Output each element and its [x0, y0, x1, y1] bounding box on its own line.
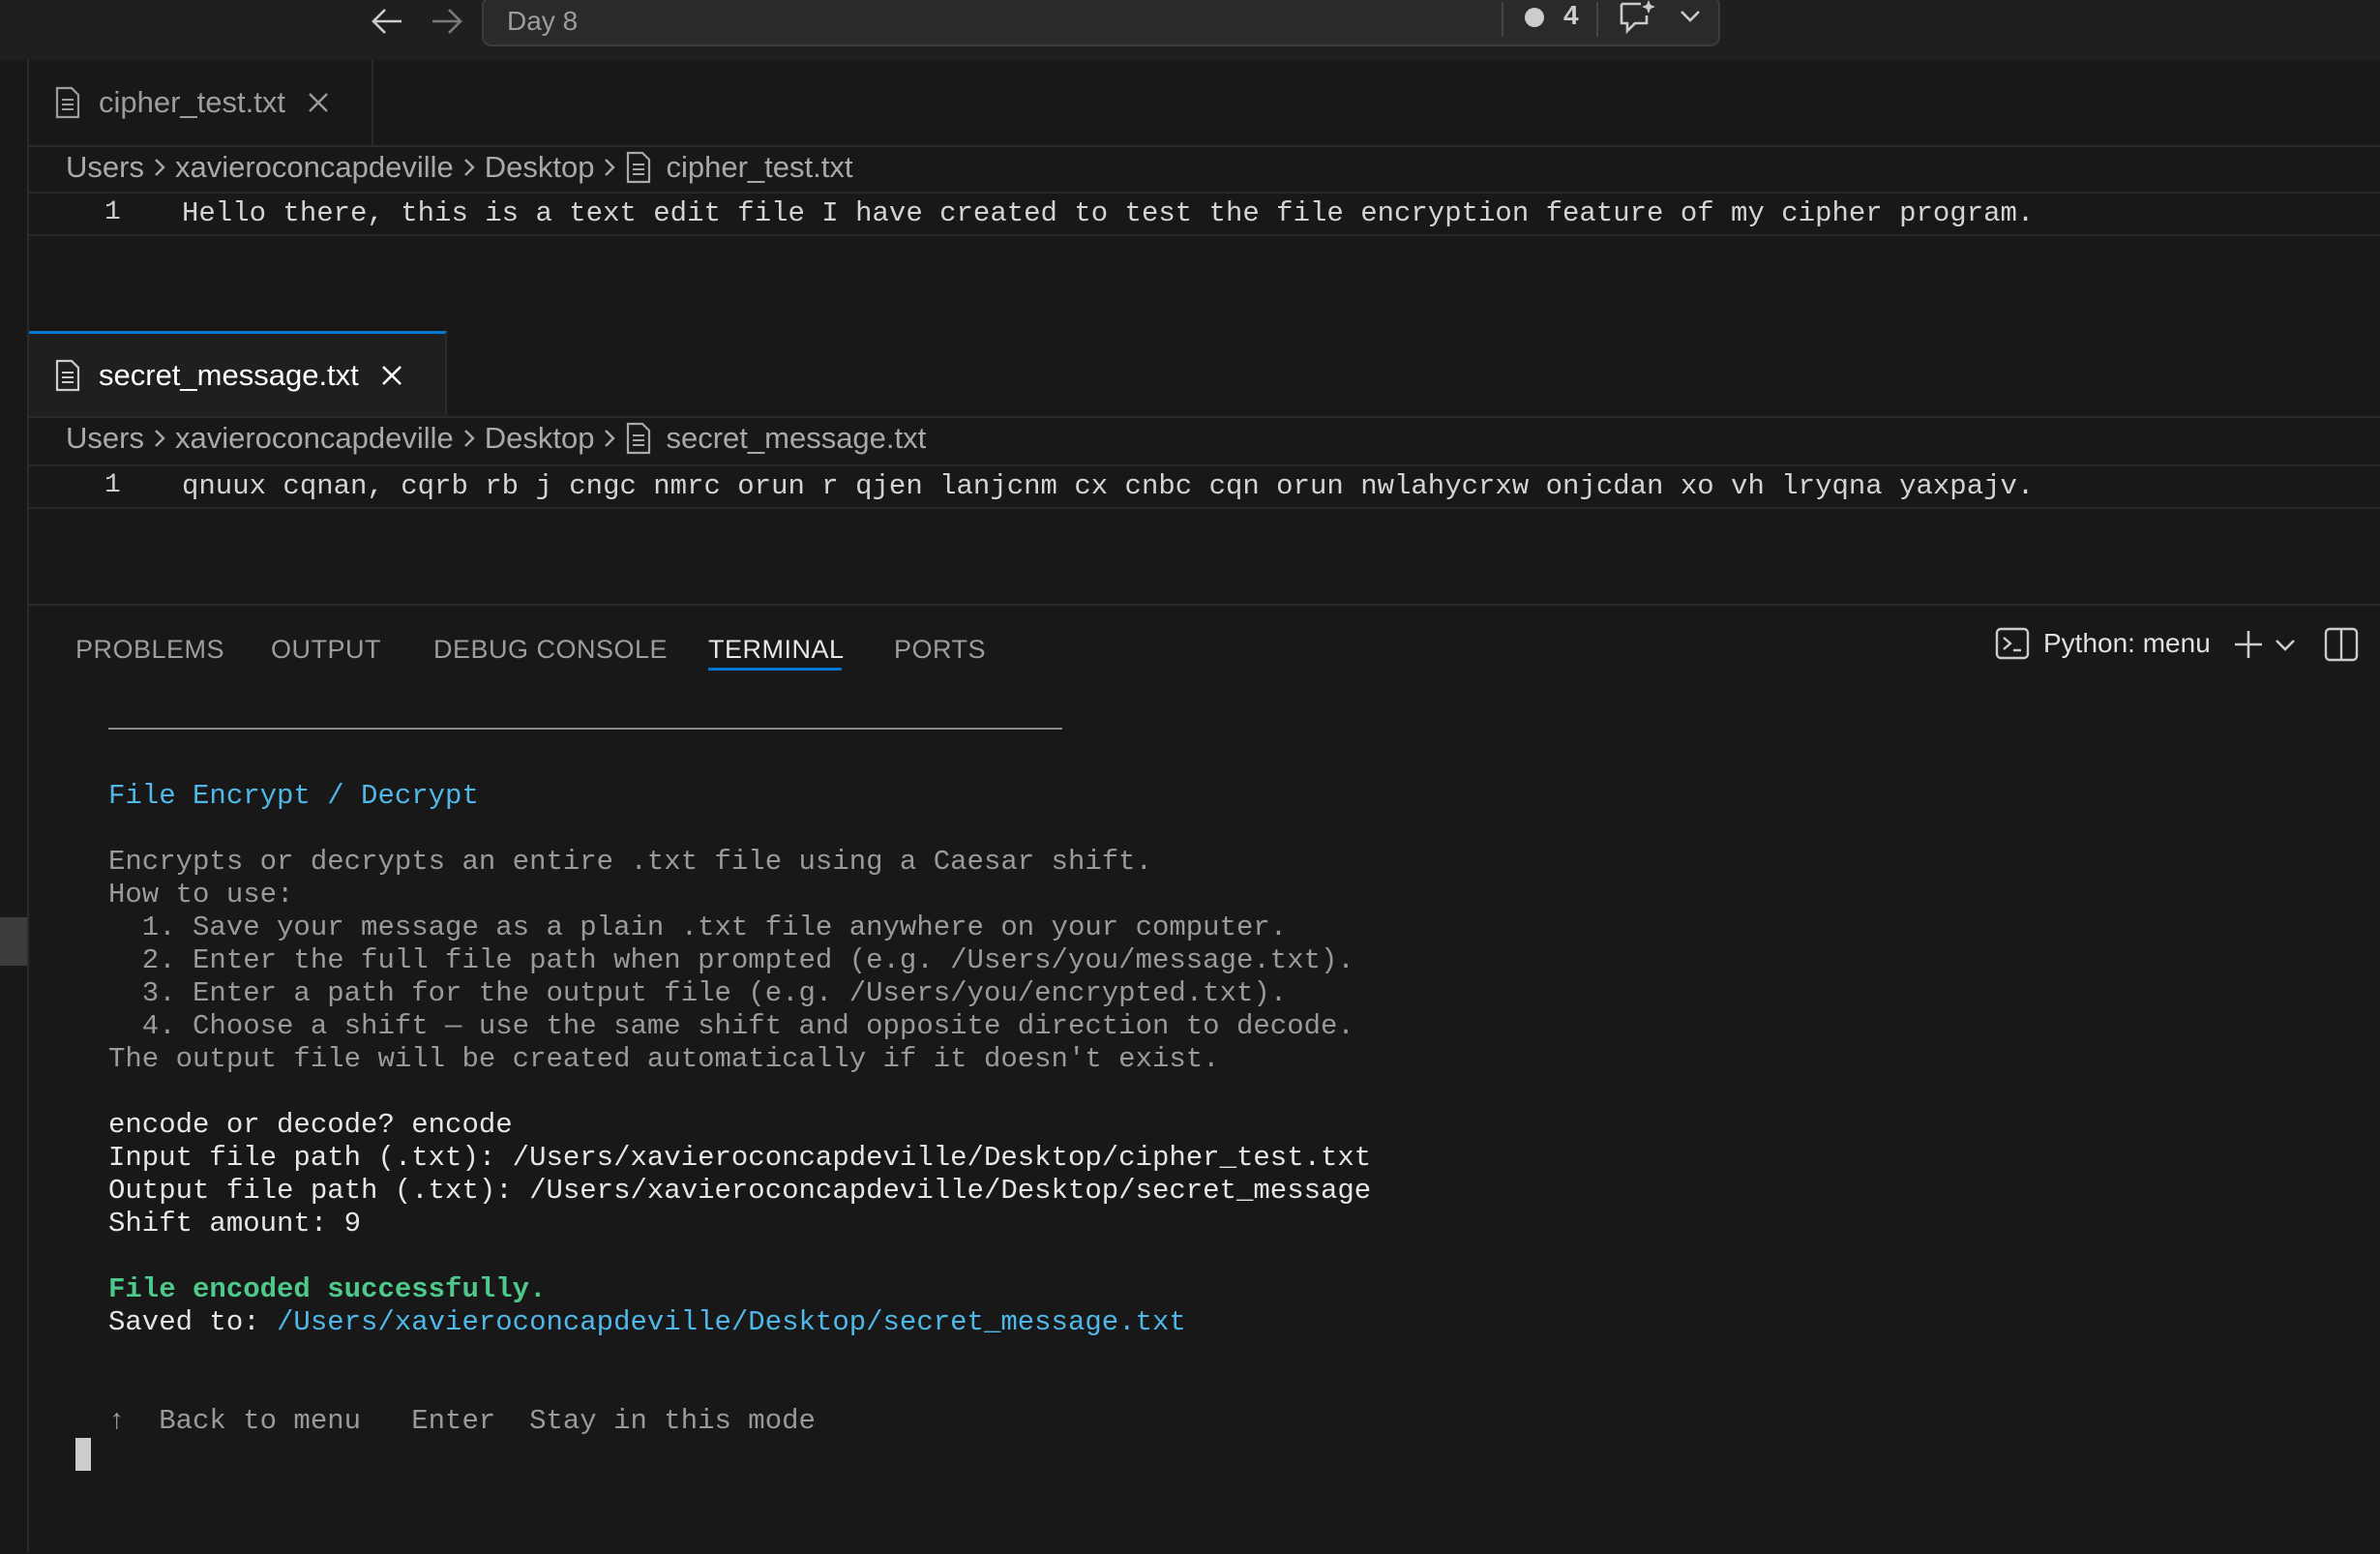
- arrow-left-icon: [372, 9, 402, 34]
- breadcrumb-item[interactable]: Desktop: [485, 150, 595, 185]
- editor-line[interactable]: 1 Hello there, this is a text edit file …: [29, 192, 2380, 236]
- chevron-down-icon[interactable]: [1678, 4, 1703, 32]
- terminal-line: How to use:: [108, 879, 294, 911]
- title-bar: Day 8 4: [0, 0, 2380, 62]
- file-icon: [55, 359, 80, 391]
- chevron-right-icon: [600, 426, 619, 451]
- arrow-right-icon: [432, 9, 462, 34]
- terminal-footer-hint: ↑ Back to menu Enter Stay in this mode: [108, 1405, 816, 1437]
- tab-debug-console[interactable]: DEBUG CONSOLE: [433, 635, 668, 665]
- problems-count: 4: [1563, 0, 1579, 30]
- file-icon: [625, 151, 652, 184]
- chevron-right-icon: [150, 155, 169, 180]
- tab-problems[interactable]: PROBLEMS: [75, 635, 224, 665]
- terminal-selector[interactable]: Python: menu: [1995, 627, 2211, 660]
- success-message: File encoded successfully.: [108, 1273, 547, 1305]
- chevron-right-icon: [460, 155, 479, 180]
- file-icon: [55, 86, 80, 119]
- saved-label: Saved to:: [108, 1306, 278, 1338]
- terminal-line: 1. Save your message as a plain .txt fil…: [108, 911, 1288, 943]
- activity-bar: [0, 60, 29, 1552]
- tab-secret-message[interactable]: secret_message.txt: [29, 331, 447, 416]
- terminal-name: Python: menu: [2043, 628, 2211, 658]
- tab-label: cipher_test.txt: [99, 85, 285, 119]
- terminal-line: 3. Enter a path for the output file (e.g…: [108, 977, 1288, 1009]
- file-icon: [625, 422, 652, 455]
- line-number: 1: [104, 470, 121, 500]
- terminal-prompt: Shift amount: 9: [108, 1208, 362, 1240]
- split-panel-icon[interactable]: [2324, 627, 2359, 667]
- terminal-line: 4. Choose a shift — use the same shift a…: [108, 1010, 1354, 1042]
- divider: [1502, 2, 1503, 37]
- close-icon[interactable]: [307, 91, 330, 114]
- command-center-text: Day 8: [507, 6, 579, 36]
- tab-ports[interactable]: PORTS: [894, 635, 986, 665]
- breadcrumb-item[interactable]: cipher_test.txt: [666, 150, 852, 185]
- terminal-prompt: encode or decode? encode: [108, 1109, 513, 1141]
- chat-sparkle-icon[interactable]: [1616, 0, 1658, 42]
- breadcrumb: Users xavieroconcapdeville Desktop ciphe…: [66, 143, 852, 192]
- chevron-right-icon: [600, 155, 619, 180]
- add-terminal-icon[interactable]: [2231, 627, 2266, 667]
- terminal-divider: [108, 728, 1062, 730]
- line-text[interactable]: Hello there, this is a text edit file I …: [182, 197, 2034, 229]
- terminal-line: Encrypts or decrypts an entire .txt file…: [108, 846, 1152, 878]
- terminal-icon: [1995, 627, 2030, 660]
- line-number: 1: [104, 197, 121, 227]
- terminal-line: The output file will be created automati…: [108, 1043, 1220, 1075]
- breadcrumb-item[interactable]: Desktop: [485, 421, 595, 456]
- terminal-line: 2. Enter the full file path when prompte…: [108, 944, 1354, 976]
- chevron-right-icon: [150, 426, 169, 451]
- terminal-prompt: Output file path (.txt): /Users/xavieroc…: [108, 1175, 1372, 1207]
- editor-tabbar-top: cipher_test.txt: [29, 60, 2380, 147]
- tab-terminal[interactable]: TERMINAL: [708, 635, 845, 665]
- terminal-heading: File Encrypt / Decrypt: [108, 780, 479, 812]
- forward-button[interactable]: [426, 2, 468, 41]
- terminal-cursor: [75, 1438, 91, 1471]
- chevron-down-icon[interactable]: [2274, 635, 2297, 661]
- active-tab-indicator: [708, 668, 842, 671]
- terminal-prompt: Input file path (.txt): /Users/xavieroco…: [108, 1142, 1372, 1174]
- breadcrumb-item[interactable]: xavieroconcapdeville: [175, 421, 454, 456]
- line-text[interactable]: qnuux cqnan, cqrb rb j cngc nmrc orun r …: [182, 470, 2034, 502]
- breadcrumb: Users xavieroconcapdeville Desktop secre…: [66, 414, 926, 463]
- problems-dot-icon: [1525, 8, 1544, 27]
- chevron-right-icon: [460, 426, 479, 451]
- tab-cipher-test[interactable]: cipher_test.txt: [29, 60, 373, 145]
- editor-line[interactable]: 1 qnuux cqnan, cqrb rb j cngc nmrc orun …: [29, 464, 2380, 509]
- breadcrumb-item[interactable]: secret_message.txt: [666, 421, 926, 456]
- editor-tabbar-bottom: secret_message.txt: [29, 331, 2380, 418]
- saved-path-link[interactable]: /Users/xavieroconcapdeville/Desktop/secr…: [277, 1306, 1186, 1338]
- activity-indicator: [0, 917, 27, 966]
- tab-label: secret_message.txt: [99, 357, 359, 392]
- divider: [1596, 2, 1598, 37]
- close-icon[interactable]: [380, 364, 403, 387]
- command-center-search[interactable]: Day 8 4: [482, 0, 1720, 46]
- tab-output[interactable]: OUTPUT: [271, 635, 381, 665]
- breadcrumb-item[interactable]: Users: [66, 421, 144, 456]
- breadcrumb-item[interactable]: Users: [66, 150, 144, 185]
- breadcrumb-item[interactable]: xavieroconcapdeville: [175, 150, 454, 185]
- saved-line: Saved to: /Users/xavieroconcapdeville/De…: [108, 1306, 1186, 1339]
- back-button[interactable]: [366, 2, 408, 41]
